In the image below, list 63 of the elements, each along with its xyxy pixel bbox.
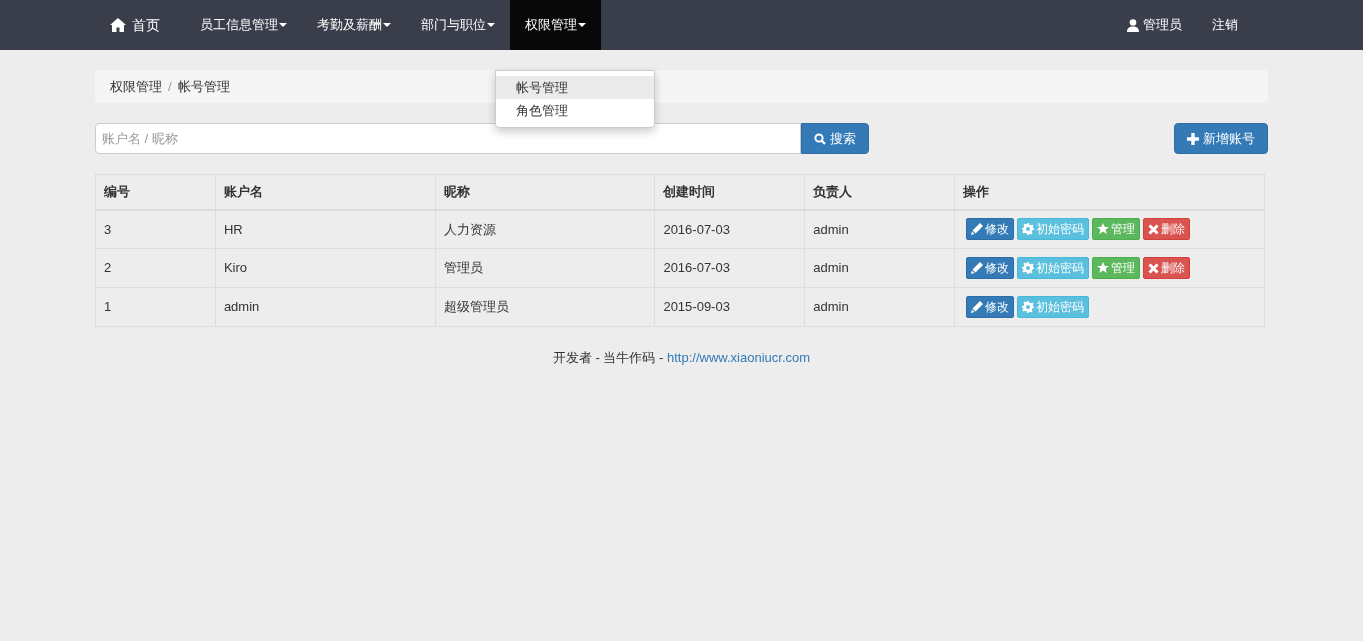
search-icon [814,132,826,145]
column-header: 操作 [954,174,1265,210]
table-cell: 3 [95,209,216,249]
manage-button[interactable]: 管理 [1092,257,1141,279]
nav-menu[interactable]: 部门与职位 [406,0,510,50]
delete-button[interactable]: 删除 [1143,257,1191,279]
pencil-icon [971,262,984,274]
table-cell: 人力资源 [435,209,655,249]
close-icon [1148,223,1160,235]
edit-button[interactable]: 修改 [966,257,1015,279]
add-account-button[interactable]: 新增账号 [1174,123,1268,154]
user-icon [1127,18,1139,32]
home-link[interactable]: 首页 [95,0,175,50]
edit-button[interactable]: 修改 [966,218,1015,241]
star-icon [1097,262,1110,274]
column-header: 创建时间 [654,174,805,210]
column-header: 负责人 [804,174,955,210]
manage-button[interactable]: 管理 [1092,218,1141,241]
breadcrumb-item[interactable]: 权限管理 [110,76,162,97]
table-cell: 2016-07-03 [654,209,805,249]
table-cell: admin [804,209,955,249]
caret-icon [383,23,391,27]
edit-button[interactable]: 修改 [966,296,1015,318]
caret-icon [279,23,287,27]
search-button[interactable]: 搜索 [801,123,869,154]
table-cell: HR [215,209,436,249]
search-field[interactable]: 账户名 / 昵称 [95,123,801,154]
table-cell: admin [215,287,436,327]
pencil-icon [971,301,984,313]
footer-text: 开发者 - 当牛作码 - [552,350,665,365]
table-cell: 2 [95,248,216,288]
caret-icon [578,23,586,27]
breadcrumb-item: 帐号管理 [177,77,230,96]
nav-menu[interactable]: 考勤及薪酬 [302,0,406,50]
table-cell: admin [804,287,955,327]
delete-button[interactable]: 删除 [1143,218,1191,241]
breadcrumb-separator: / [168,77,172,96]
table-cell: Kiro [215,248,436,288]
star-icon [1097,223,1110,236]
footer-link[interactable]: http://www.xiaoniucr.com [667,350,811,365]
column-header: 账户名 [215,174,436,210]
plus-icon [1187,132,1199,145]
close-icon [1148,262,1160,274]
column-header: 编号 [95,174,216,210]
nav-menu[interactable]: 权限管理 [510,0,601,50]
gear-icon [1022,301,1035,313]
column-header: 昵称 [435,174,655,210]
nav-menu[interactable]: 员工信息管理 [185,0,302,50]
table-cell: 超级管理员 [435,287,655,327]
gear-icon [1022,223,1035,236]
pencil-icon [971,223,984,236]
table-cell: 2016-07-03 [654,248,805,288]
dropdown-item[interactable]: 帐号管理 [496,76,654,99]
home-icon [110,18,126,32]
gear-icon [1022,262,1035,274]
table-cell: 1 [95,287,216,327]
dropdown-item[interactable]: 角色管理 [496,99,654,122]
table-cell: 管理员 [435,248,655,288]
table-cell: admin [804,248,955,288]
table-cell: 2015-09-03 [654,287,805,327]
logout-link[interactable]: 注销 [1197,0,1253,50]
caret-icon [487,23,495,27]
user-link[interactable]: 管理员 [1112,0,1197,50]
